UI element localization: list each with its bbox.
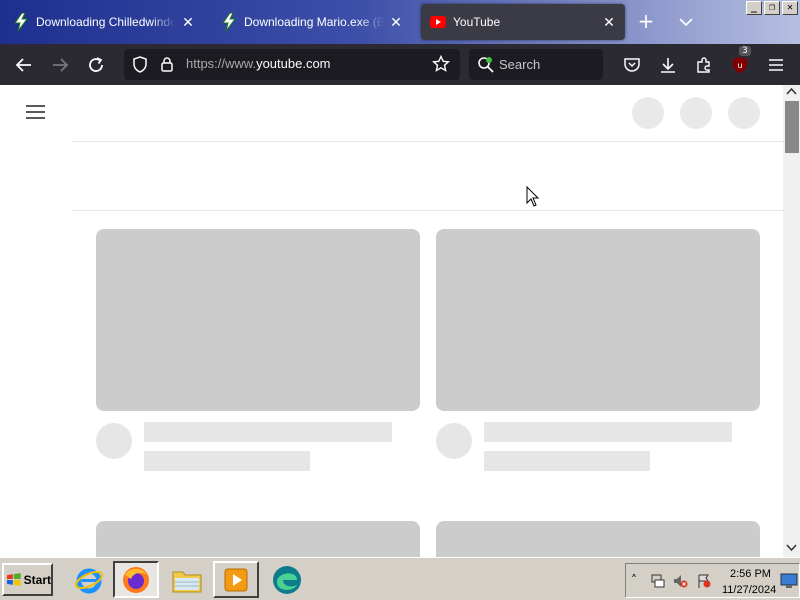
url-bar[interactable]: https://www.youtube.com: [124, 49, 460, 80]
search-icon: [477, 56, 495, 78]
menu-button[interactable]: [763, 52, 789, 78]
video-thumbnail-placeholder: [96, 229, 420, 411]
show-desktop-icon[interactable]: [780, 573, 798, 589]
file-explorer-icon: [172, 571, 202, 592]
video-thumbnail-placeholder: [436, 521, 760, 557]
video-title-placeholder: [484, 422, 732, 442]
tab-strip: Downloading Chilledwindows.exe ✕ Downloa…: [0, 0, 800, 44]
taskbar: Start ˄ 2:56 PM 11/27/2024: [0, 557, 800, 600]
pocket-icon: [624, 58, 640, 72]
tab-title: YouTube: [453, 15, 501, 29]
lock-icon[interactable]: [160, 56, 174, 77]
taskbar-media-player[interactable]: [213, 561, 259, 598]
clock-date[interactable]: 11/27/2024: [722, 584, 776, 596]
tab-downloading-chilledwindows[interactable]: Downloading Chilledwindows.exe ✕: [4, 4, 204, 40]
scrollbar-thumb[interactable]: [785, 101, 799, 153]
youtube-icon: [429, 13, 447, 31]
tab-youtube[interactable]: YouTube ✕: [421, 4, 625, 40]
extension-badge: 3: [739, 46, 751, 56]
youtube-guide-menu-button[interactable]: [26, 104, 46, 124]
downloads-button[interactable]: [655, 52, 681, 78]
vertical-scrollbar[interactable]: [783, 85, 800, 557]
taskbar-edge[interactable]: [264, 561, 310, 598]
forward-button[interactable]: [47, 52, 73, 78]
mouse-cursor-icon: [526, 186, 540, 207]
header-icon-placeholder: [632, 97, 664, 129]
back-button[interactable]: [11, 52, 37, 78]
video-title-placeholder: [144, 422, 392, 442]
show-hidden-icons-chevron-icon[interactable]: ˄: [631, 573, 637, 587]
puzzle-piece-icon: [697, 57, 710, 73]
tracking-protection-shield-icon[interactable]: [132, 56, 148, 77]
system-tray: ˄ 2:56 PM 11/27/2024: [625, 563, 800, 598]
tab-title: Downloading Mario.exe (Better: [244, 15, 384, 29]
close-tab-icon[interactable]: ✕: [180, 14, 196, 30]
close-window-button[interactable]: ✕: [782, 1, 798, 15]
window-controls: _ ❐ ✕: [746, 1, 798, 15]
close-tab-icon[interactable]: ✕: [388, 14, 404, 30]
chevron-down-icon[interactable]: [786, 544, 797, 552]
search-bar[interactable]: Search: [469, 49, 603, 80]
channel-avatar-placeholder: [436, 423, 472, 459]
video-meta-placeholder: [484, 451, 650, 471]
arrow-right-icon: [53, 58, 69, 72]
video-thumbnail-placeholder: [96, 521, 420, 557]
minimize-button[interactable]: _: [746, 1, 762, 15]
taskbar-firefox[interactable]: [113, 561, 159, 598]
clock-time[interactable]: 2:56 PM: [730, 568, 771, 580]
firefox-icon: [123, 566, 149, 593]
url-domain: youtube.com: [256, 56, 331, 71]
edge-icon: [273, 565, 301, 594]
video-thumbnail-placeholder: [436, 229, 760, 411]
list-all-tabs-button[interactable]: [676, 12, 696, 32]
taskbar-internet-explorer[interactable]: [66, 561, 112, 598]
header-icon-placeholder: [680, 97, 712, 129]
media-player-icon: [224, 568, 248, 591]
channel-avatar-placeholder: [96, 423, 132, 459]
windows-flag-icon: [6, 572, 21, 586]
ublock-origin-button[interactable]: u 3: [727, 46, 753, 78]
bookmark-star-icon[interactable]: [431, 54, 451, 77]
arrow-left-icon: [15, 58, 31, 72]
svg-text:u: u: [737, 61, 742, 70]
video-meta-placeholder: [144, 451, 310, 471]
extensions-button[interactable]: [691, 52, 717, 78]
new-tab-button[interactable]: +: [636, 11, 656, 32]
reload-button[interactable]: [83, 52, 109, 78]
ublock-shield-icon: u: [733, 57, 747, 73]
volume-muted-icon[interactable]: [672, 573, 688, 589]
search-placeholder: Search: [499, 57, 541, 72]
download-icon: [661, 58, 675, 73]
navigation-toolbar: https://www.youtube.com Search u 3: [0, 44, 800, 85]
tab-downloading-mario[interactable]: Downloading Mario.exe (Better ✕: [212, 4, 412, 40]
action-center-flag-icon[interactable]: [696, 573, 712, 589]
start-button[interactable]: Start: [2, 563, 53, 596]
restore-button[interactable]: ❐: [764, 1, 780, 15]
close-tab-icon[interactable]: ✕: [601, 14, 617, 30]
pocket-button[interactable]: [619, 52, 645, 78]
url-prefix: https://www.: [186, 56, 257, 71]
chevron-up-icon[interactable]: [786, 87, 797, 95]
tab-title: Downloading Chilledwindows.exe: [36, 15, 176, 29]
hamburger-menu-icon: [769, 59, 783, 71]
avatar-placeholder: [728, 97, 760, 129]
taskbar-file-explorer[interactable]: [164, 561, 210, 598]
reload-icon: [89, 57, 103, 72]
divider: [72, 141, 783, 142]
youtube-page: [0, 85, 783, 557]
url-text[interactable]: https://www.youtube.com: [186, 56, 331, 71]
start-label: Start: [23, 572, 51, 587]
internet-explorer-icon: [75, 568, 103, 593]
divider: [72, 210, 783, 211]
network-icon[interactable]: [650, 573, 666, 589]
lightning-icon: [12, 13, 30, 31]
hamburger-menu-icon: [26, 105, 45, 119]
chevron-down-icon: [679, 18, 693, 27]
lightning-icon: [220, 13, 238, 31]
